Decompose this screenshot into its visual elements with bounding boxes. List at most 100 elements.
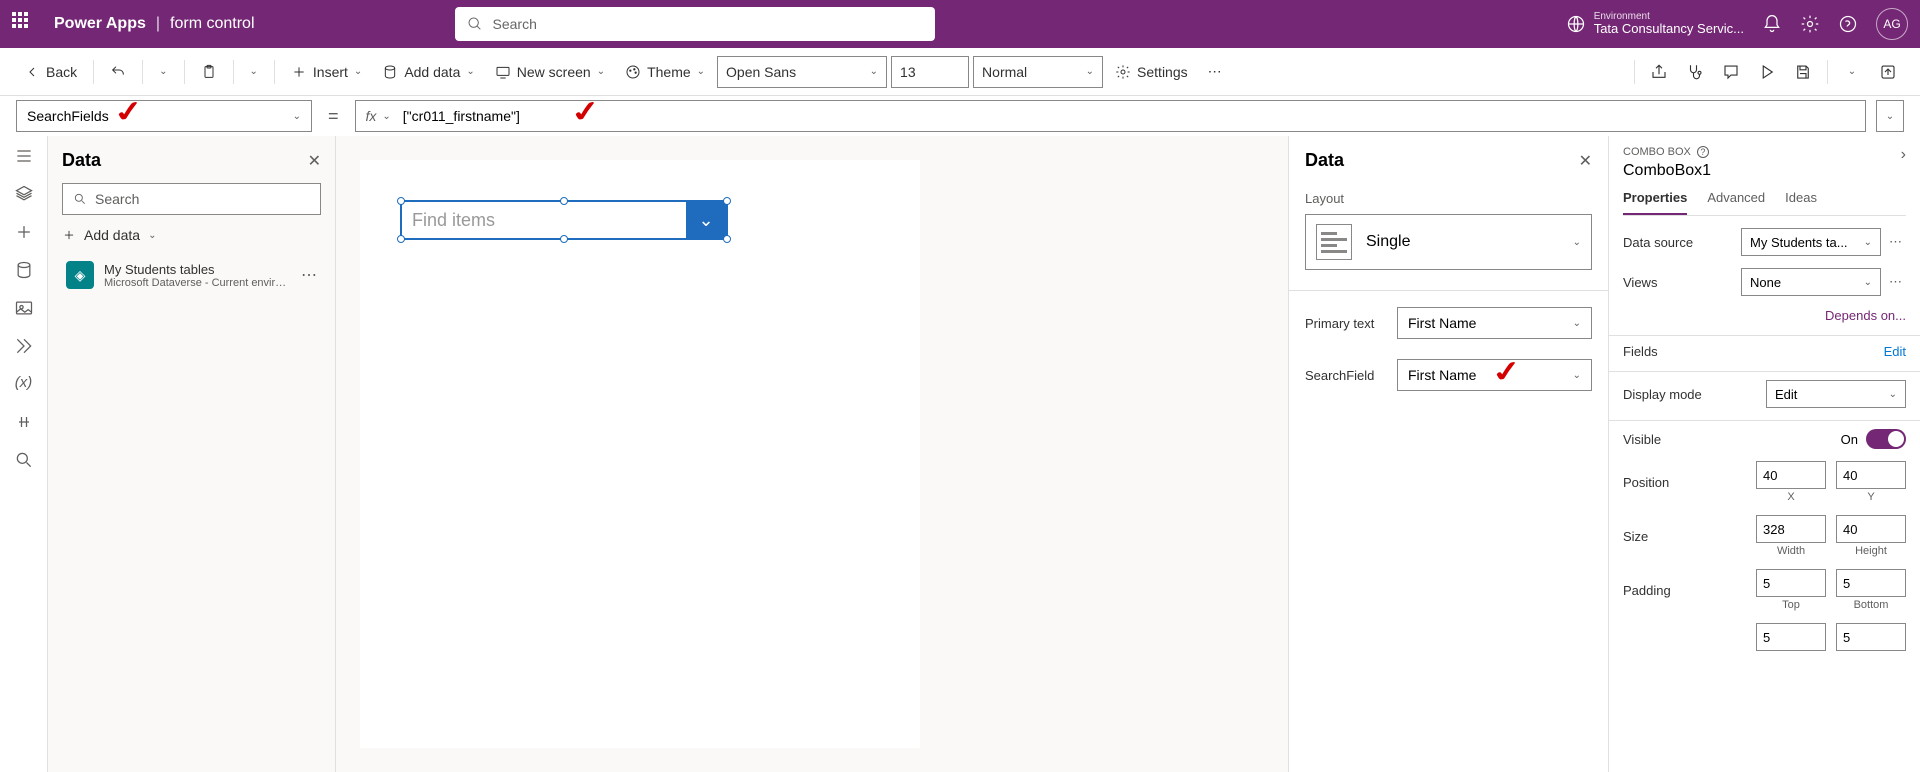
more-commands[interactable]: ⋯ — [1200, 57, 1230, 86]
back-button[interactable]: Back — [16, 58, 85, 86]
info-icon[interactable]: ? — [1697, 146, 1709, 158]
more-icon[interactable]: ⋯ — [1885, 274, 1906, 290]
chevron-down-icon: ⌄ — [1864, 237, 1872, 248]
settings-button[interactable]: Settings — [1107, 58, 1196, 86]
position-y-input[interactable] — [1836, 461, 1906, 489]
app-launcher-icon[interactable] — [12, 12, 36, 36]
control-name[interactable]: ComboBox1 — [1623, 162, 1711, 180]
depends-on-link[interactable]: Depends on... — [1825, 308, 1906, 323]
chevron-down-icon: ⌄ — [1573, 370, 1581, 381]
dataverse-icon: ◈ — [66, 261, 94, 289]
padding-right-input[interactable] — [1836, 623, 1906, 651]
insert-button[interactable]: Insert ⌄ — [283, 58, 370, 86]
font-family-select[interactable]: Open Sans ⌄ — [717, 56, 887, 88]
selection-handle[interactable] — [723, 197, 731, 205]
chevron-right-icon[interactable]: › — [1901, 146, 1906, 164]
data-search-input[interactable]: Search — [62, 183, 321, 215]
font-size-select[interactable]: 13 — [891, 56, 969, 88]
left-rail: (x) — [0, 136, 48, 772]
checker-button[interactable] — [1679, 56, 1711, 88]
chevron-down-icon: ⌄ — [159, 66, 167, 77]
share-button[interactable] — [1643, 56, 1675, 88]
searchfield-select[interactable]: First Name ⌄ — [1397, 359, 1592, 391]
selection-handle[interactable] — [397, 197, 405, 205]
selection-handle[interactable] — [560, 235, 568, 243]
insert-label: Insert — [313, 64, 348, 80]
tab-properties[interactable]: Properties — [1623, 190, 1687, 215]
selection-handle[interactable] — [723, 235, 731, 243]
tree-view-icon[interactable] — [14, 146, 34, 166]
padding-top-input[interactable] — [1756, 569, 1826, 597]
media-icon[interactable] — [14, 298, 34, 318]
bottom-sublabel: Bottom — [1836, 599, 1906, 611]
property-selector[interactable]: SearchFields ✓ ⌄ — [16, 100, 312, 132]
combobox-dropdown-button[interactable]: ⌄ — [686, 202, 726, 238]
environment-picker[interactable]: Environment Tata Consultancy Servic... — [1566, 11, 1744, 36]
data-source-name: My Students tables — [104, 262, 291, 277]
global-search[interactable]: Search — [455, 7, 935, 41]
width-input[interactable] — [1756, 515, 1826, 543]
prop-padding-label: Padding — [1623, 583, 1671, 598]
height-input[interactable] — [1836, 515, 1906, 543]
close-icon[interactable]: ✕ — [308, 151, 321, 171]
visible-toggle[interactable] — [1866, 429, 1906, 449]
searchfield-label: SearchField — [1305, 368, 1385, 383]
undo-button[interactable] — [102, 58, 134, 86]
paste-dropdown[interactable]: ⌄ — [242, 60, 266, 83]
padding-bottom-input[interactable] — [1836, 569, 1906, 597]
help-icon[interactable] — [1838, 14, 1858, 34]
chevron-down-icon: ⌄ — [293, 111, 301, 122]
prop-display-mode-label: Display mode — [1623, 387, 1702, 402]
position-x-input[interactable] — [1756, 461, 1826, 489]
font-weight-select[interactable]: Normal ⌄ — [973, 56, 1103, 88]
paste-button[interactable] — [193, 58, 225, 86]
primary-text-label: Primary text — [1305, 316, 1385, 331]
variables-icon[interactable]: (x) — [14, 374, 34, 394]
combobox-control[interactable]: Find items ⌄ — [400, 200, 728, 240]
top-sublabel: Top — [1756, 599, 1826, 611]
close-icon[interactable]: ✕ — [1579, 151, 1592, 171]
preview-button[interactable] — [1751, 56, 1783, 88]
settings-icon[interactable] — [1800, 14, 1820, 34]
data-source-item[interactable]: ◈ My Students tables Microsoft Dataverse… — [62, 257, 321, 293]
notifications-icon[interactable] — [1762, 14, 1782, 34]
comments-button[interactable] — [1715, 56, 1747, 88]
chevron-down-icon: ⌄ — [1889, 389, 1897, 400]
primary-text-select[interactable]: First Name ⌄ — [1397, 307, 1592, 339]
tab-advanced[interactable]: Advanced — [1707, 190, 1765, 215]
save-dropdown[interactable]: ⌄ — [1836, 56, 1868, 88]
search-pane-icon[interactable] — [14, 450, 34, 470]
selection-handle[interactable] — [397, 235, 405, 243]
power-automate-icon[interactable] — [14, 336, 34, 356]
insert-pane-icon[interactable] — [14, 184, 34, 204]
add-data-button[interactable]: Add data ⌄ — [374, 58, 482, 86]
display-mode-select[interactable]: Edit ⌄ — [1766, 380, 1906, 408]
more-icon[interactable]: ⋯ — [1885, 234, 1906, 250]
user-avatar[interactable]: AG — [1876, 8, 1908, 40]
data-pane-icon[interactable] — [14, 260, 34, 280]
layout-select[interactable]: Single ⌄ — [1305, 214, 1592, 270]
stethoscope-icon — [1686, 63, 1704, 81]
more-icon[interactable]: ⋯ — [301, 265, 317, 285]
formula-input[interactable]: fx ⌄ ["cr011_firstname"] ✓ — [355, 100, 1866, 132]
height-sublabel: Height — [1836, 545, 1906, 557]
expand-formula-button[interactable]: ⌄ — [1876, 100, 1904, 132]
undo-dropdown[interactable]: ⌄ — [151, 60, 175, 83]
new-screen-button[interactable]: New screen ⌄ — [487, 58, 613, 86]
publish-button[interactable] — [1872, 56, 1904, 88]
fields-edit-link[interactable]: Edit — [1884, 344, 1906, 359]
data-source-select[interactable]: My Students ta... ⌄ — [1741, 228, 1881, 256]
add-data-link[interactable]: Add data ⌄ — [62, 227, 321, 243]
save-button[interactable] — [1787, 56, 1819, 88]
add-icon[interactable] — [14, 222, 34, 242]
padding-left-input[interactable] — [1756, 623, 1826, 651]
views-select[interactable]: None ⌄ — [1741, 268, 1881, 296]
selection-handle[interactable] — [560, 197, 568, 205]
tab-ideas[interactable]: Ideas — [1785, 190, 1817, 215]
theme-button[interactable]: Theme ⌄ — [617, 58, 713, 86]
chevron-down-icon: ⌄ — [466, 66, 474, 77]
screen-canvas[interactable]: Find items ⌄ — [360, 160, 920, 748]
tools-icon[interactable] — [14, 412, 34, 432]
chevron-down-icon: ⌄ — [597, 66, 605, 77]
prop-size-label: Size — [1623, 529, 1648, 544]
